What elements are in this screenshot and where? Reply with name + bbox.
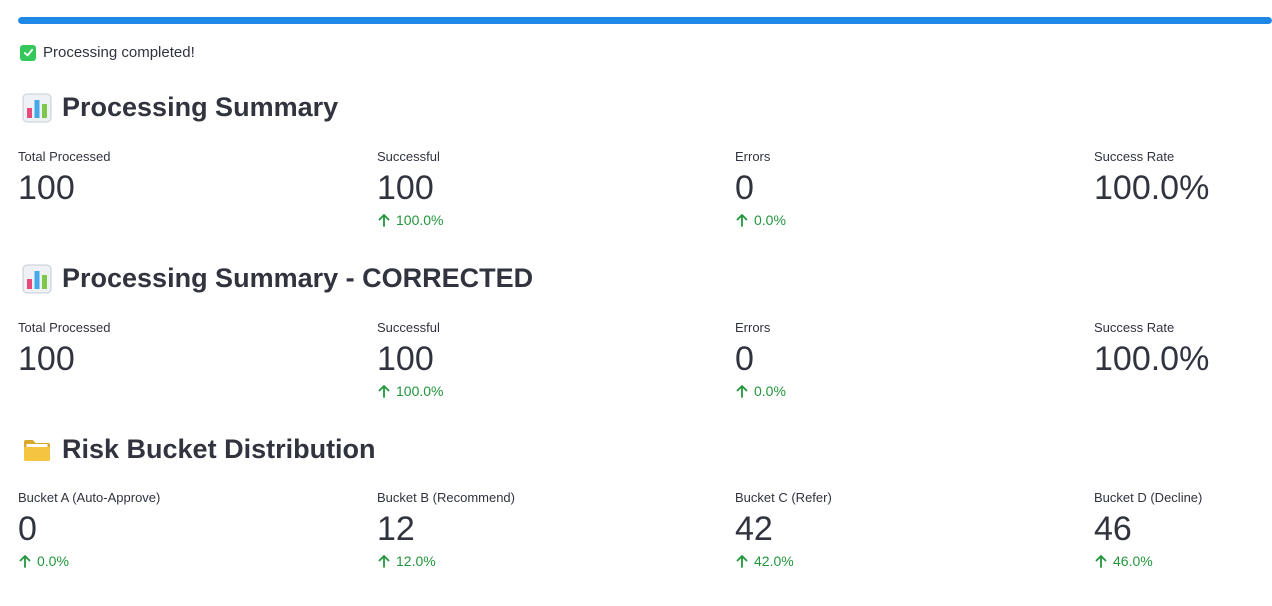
- section-title: Processing Summary: [62, 92, 339, 122]
- metric-value: 100.0%: [1094, 169, 1210, 207]
- metric-success-rate: Success Rate 100.0%: [1094, 149, 1209, 208]
- metric-value: 100: [377, 169, 434, 207]
- metric-value: 0: [735, 169, 754, 207]
- metric-bucket-b: Bucket B (Recommend) 12 12.0%: [377, 490, 515, 569]
- section-heading: Processing Summary: [22, 92, 338, 123]
- app-page: Processing completed! Processing Summary…: [0, 0, 1272, 606]
- metric-errors: Errors 0 0.0%: [735, 149, 786, 228]
- section-title: Processing Summary - CORRECTED: [62, 263, 534, 293]
- metric-delta: 46.0%: [1094, 553, 1202, 569]
- bar-chart-icon: [22, 264, 52, 293]
- metric-value: 100: [18, 340, 75, 378]
- delta-value: 0.0%: [754, 212, 786, 228]
- folder-icon: [24, 439, 50, 461]
- metric-successful: Successful 100 100.0%: [377, 149, 443, 228]
- metric-label: Bucket D (Decline): [1094, 490, 1203, 505]
- progress-bar: [18, 17, 1272, 24]
- metric-bucket-d: Bucket D (Decline) 46 46.0%: [1094, 490, 1202, 569]
- progress-bar-fill: [18, 17, 1272, 24]
- arrow-up-icon: [19, 555, 31, 568]
- metric-value: 42: [735, 510, 773, 548]
- metric-delta: 0.0%: [735, 383, 786, 399]
- arrow-up-icon: [378, 555, 390, 568]
- metric-label: Successful: [377, 149, 440, 164]
- metric-value: 100: [377, 340, 434, 378]
- success-alert: Processing completed!: [20, 44, 195, 61]
- metric-bucket-a: Bucket A (Auto-Approve) 0 0.0%: [18, 490, 160, 569]
- metric-label: Success Rate: [1094, 149, 1175, 164]
- metric-value: 0: [18, 510, 37, 548]
- metric-label: Errors: [735, 149, 771, 164]
- metric-value: 12: [377, 510, 415, 548]
- metric-value: 0: [735, 340, 754, 378]
- metric-label: Bucket B (Recommend): [377, 490, 515, 505]
- arrow-up-icon: [1095, 555, 1107, 568]
- metric-delta: 42.0%: [735, 553, 832, 569]
- metric-delta: 0.0%: [735, 212, 786, 228]
- arrow-up-icon: [378, 385, 390, 398]
- metric-label: Success Rate: [1094, 320, 1175, 335]
- metric-label: Total Processed: [18, 149, 111, 164]
- arrow-up-icon: [736, 555, 748, 568]
- metric-label: Bucket A (Auto-Approve): [18, 490, 161, 505]
- metric-delta: 100.0%: [377, 212, 443, 228]
- metric-success-rate: Success Rate 100.0%: [1094, 320, 1209, 379]
- status-text: Processing completed!: [43, 44, 195, 61]
- bar-chart-icon: [22, 93, 52, 122]
- delta-value: 46.0%: [1113, 553, 1153, 569]
- metric-value: 100: [18, 169, 75, 207]
- metric-errors: Errors 0 0.0%: [735, 320, 786, 399]
- metric-bucket-c: Bucket C (Refer) 42 42.0%: [735, 490, 832, 569]
- metric-label: Total Processed: [18, 320, 111, 335]
- arrow-up-icon: [736, 385, 748, 398]
- metric-delta: 12.0%: [377, 553, 515, 569]
- delta-value: 100.0%: [396, 212, 444, 228]
- metric-label: Successful: [377, 320, 440, 335]
- metric-label: Bucket C (Refer): [735, 490, 832, 505]
- metric-total-processed: Total Processed 100: [18, 320, 111, 379]
- arrow-up-icon: [736, 214, 748, 227]
- metric-total-processed: Total Processed 100: [18, 149, 111, 208]
- metric-value: 46: [1094, 510, 1132, 548]
- delta-value: 42.0%: [754, 553, 794, 569]
- metric-successful: Successful 100 100.0%: [377, 320, 443, 399]
- metric-label: Errors: [735, 320, 771, 335]
- check-icon: [20, 44, 36, 61]
- metric-value: 100.0%: [1094, 340, 1210, 378]
- section-heading: Processing Summary - CORRECTED: [22, 263, 533, 294]
- metric-delta: 0.0%: [18, 553, 160, 569]
- arrow-up-icon: [378, 214, 390, 227]
- delta-value: 0.0%: [37, 553, 69, 569]
- section-title: Risk Bucket Distribution: [62, 434, 376, 464]
- delta-value: 100.0%: [396, 383, 444, 399]
- metric-delta: 100.0%: [377, 383, 443, 399]
- delta-value: 0.0%: [754, 383, 786, 399]
- section-heading: Risk Bucket Distribution: [22, 434, 376, 465]
- delta-value: 12.0%: [396, 553, 436, 569]
